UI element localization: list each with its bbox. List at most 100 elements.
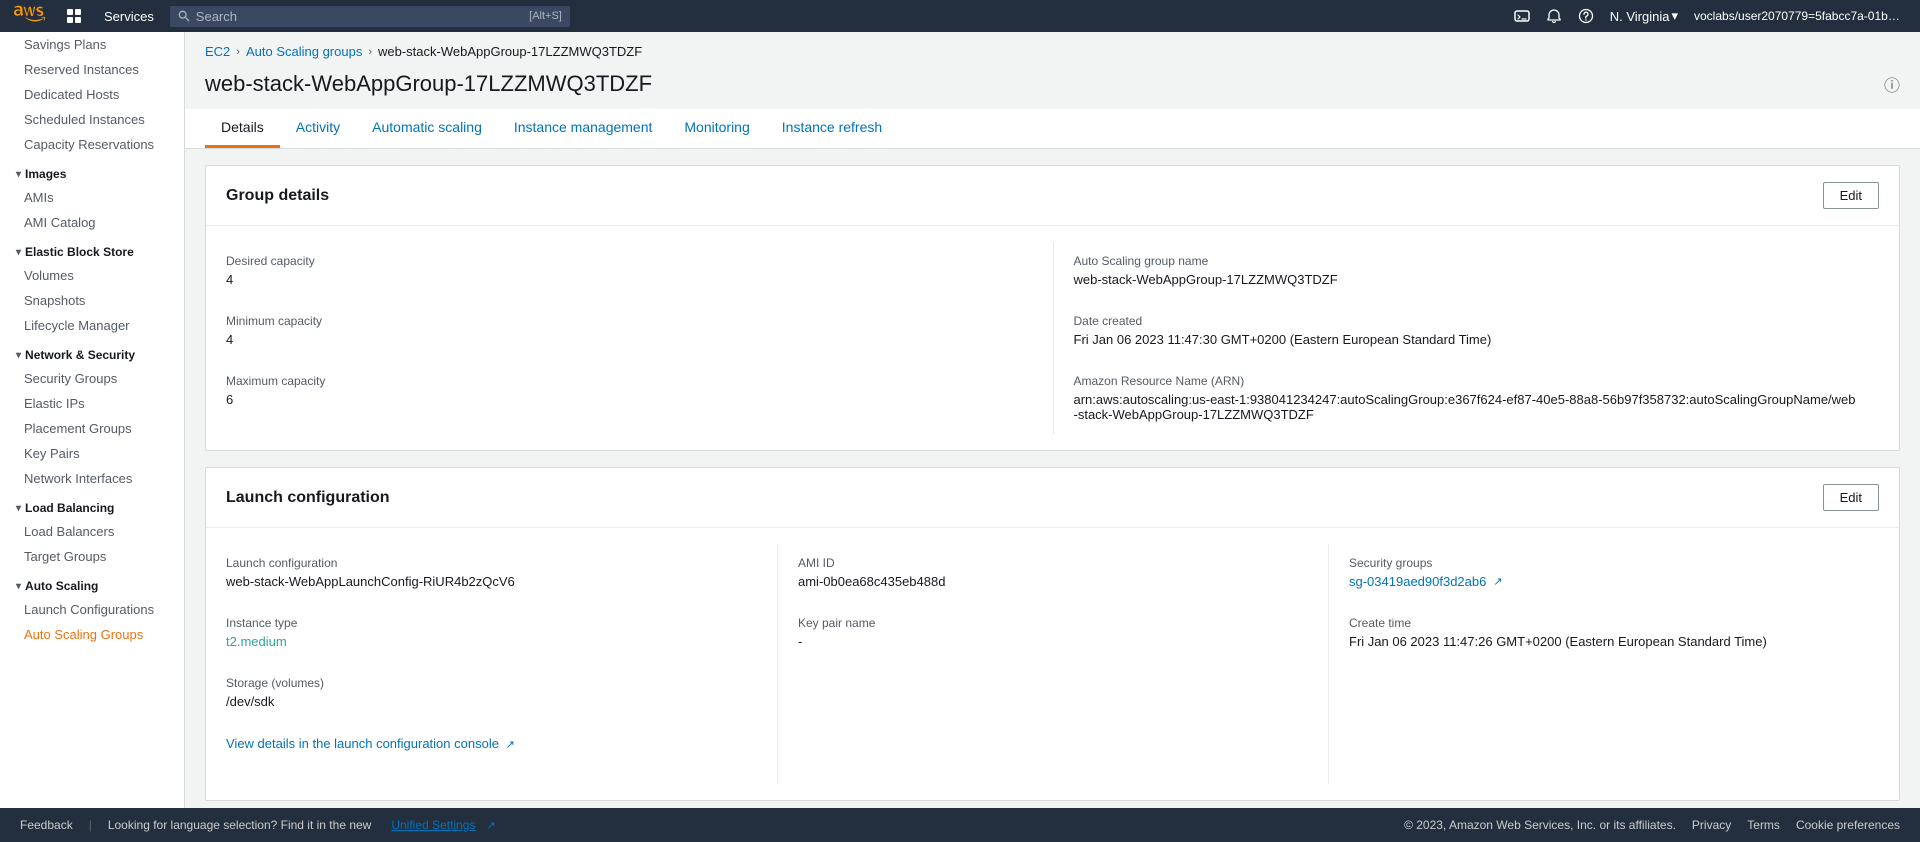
group-details-title: Group details — [226, 187, 329, 205]
region-arrow: ▾ — [1671, 8, 1678, 24]
sidebar-item-launch-configurations[interactable]: Launch Configurations — [0, 597, 184, 622]
asg-name-value: web-stack-WebAppGroup-17LZZMWQ3TDZF — [1074, 272, 1860, 287]
launch-config-col2: AMI ID ami-0b0ea68c435eb488d Key pair na… — [777, 544, 1328, 784]
page-title: web-stack-WebAppGroup-17LZZMWQ3TDZF — [205, 71, 652, 97]
privacy-link[interactable]: Privacy — [1692, 818, 1731, 832]
sidebar-item-capacity-reservations[interactable]: Capacity Reservations — [0, 132, 184, 157]
arn-label: Amazon Resource Name (ARN) — [1074, 374, 1860, 388]
date-created-value: Fri Jan 06 2023 11:47:30 GMT+0200 (Easte… — [1074, 332, 1860, 347]
launch-config-col3: Security groups sg-03419aed90f3d2ab6 ↗ C… — [1328, 544, 1879, 784]
cloud-shell-button[interactable] — [1508, 4, 1536, 28]
launch-config-card: Launch configuration Edit Launch configu… — [205, 467, 1900, 801]
grid-icon-button[interactable] — [60, 4, 88, 28]
asg-name-item: Auto Scaling group name web-stack-WebApp… — [1074, 242, 1880, 302]
sidebar-item-ami-catalog[interactable]: AMI Catalog — [0, 210, 184, 235]
storage-label: Storage (volumes) — [226, 676, 757, 690]
help-icon — [1578, 8, 1594, 24]
group-details-left: Desired capacity 4 Minimum capacity 4 Ma… — [226, 242, 1053, 434]
minimum-capacity-label: Minimum capacity — [226, 314, 1033, 328]
security-groups-item: Security groups sg-03419aed90f3d2ab6 ↗ — [1349, 544, 1879, 604]
tab-details[interactable]: Details — [205, 109, 280, 148]
group-details-right: Auto Scaling group name web-stack-WebApp… — [1053, 242, 1880, 434]
content-area: Group details Edit Desired capacity 4 Mi… — [185, 149, 1920, 833]
region-selector[interactable]: N. Virginia ▾ — [1604, 4, 1684, 28]
sidebar: Savings Plans Reserved Instances Dedicat… — [0, 32, 185, 842]
help-button[interactable] — [1572, 4, 1600, 28]
storage-item: Storage (volumes) /dev/sdk — [226, 664, 777, 724]
sidebar-section-images[interactable]: Images — [0, 157, 184, 185]
instance-type-value: t2.medium — [226, 634, 757, 649]
breadcrumb-sep-2: › — [368, 46, 372, 58]
sidebar-item-security-groups[interactable]: Security Groups — [0, 366, 184, 391]
sidebar-item-auto-scaling-groups[interactable]: Auto Scaling Groups — [0, 622, 184, 647]
sidebar-item-volumes[interactable]: Volumes — [0, 263, 184, 288]
aws-logo[interactable] — [12, 4, 52, 29]
security-groups-value[interactable]: sg-03419aed90f3d2ab6 — [1349, 574, 1486, 589]
breadcrumb: EC2 › Auto Scaling groups › web-stack-We… — [185, 32, 1920, 67]
sidebar-section-autoscaling[interactable]: Auto Scaling — [0, 569, 184, 597]
footer-right: © 2023, Amazon Web Services, Inc. or its… — [1404, 818, 1900, 832]
cookie-preferences-link[interactable]: Cookie preferences — [1796, 818, 1900, 832]
search-bar: [Alt+S] — [170, 6, 570, 27]
search-input[interactable] — [196, 9, 523, 24]
launch-config-body: Launch configuration web-stack-WebAppLau… — [206, 528, 1899, 800]
launch-config-col1: Launch configuration web-stack-WebAppLau… — [226, 544, 777, 784]
view-details-link[interactable]: View details in the launch configuration… — [226, 736, 499, 751]
group-details-header: Group details Edit — [206, 166, 1899, 226]
sidebar-item-dedicated-hosts[interactable]: Dedicated Hosts — [0, 82, 184, 107]
breadcrumb-current: web-stack-WebAppGroup-17LZZMWQ3TDZF — [378, 44, 642, 59]
maximum-capacity-value: 6 — [226, 392, 1033, 407]
desired-capacity-value: 4 — [226, 272, 1033, 287]
create-time-value: Fri Jan 06 2023 11:47:26 GMT+0200 (Easte… — [1349, 634, 1859, 649]
tab-instance-refresh[interactable]: Instance refresh — [766, 109, 898, 148]
sidebar-item-key-pairs[interactable]: Key Pairs — [0, 441, 184, 466]
sidebar-item-lifecycle-manager[interactable]: Lifecycle Manager — [0, 313, 184, 338]
sidebar-section-lb[interactable]: Load Balancing — [0, 491, 184, 519]
tab-instance-management[interactable]: Instance management — [498, 109, 669, 148]
unified-settings-icon: ↗ — [486, 819, 495, 832]
arn-value: arn:aws:autoscaling:us-east-1:9380412342… — [1074, 392, 1860, 422]
sidebar-item-amis[interactable]: AMIs — [0, 185, 184, 210]
sidebar-item-elastic-ips[interactable]: Elastic IPs — [0, 391, 184, 416]
terms-link[interactable]: Terms — [1747, 818, 1780, 832]
maximum-capacity-item: Maximum capacity 6 — [226, 362, 1053, 422]
top-navigation: Services [Alt+S] — [0, 0, 1920, 32]
unified-settings-link[interactable]: Unified Settings — [391, 818, 475, 832]
breadcrumb-asg[interactable]: Auto Scaling groups — [246, 44, 362, 59]
sidebar-item-scheduled-instances[interactable]: Scheduled Instances — [0, 107, 184, 132]
desired-capacity-item: Desired capacity 4 — [226, 242, 1053, 302]
tab-automatic-scaling[interactable]: Automatic scaling — [356, 109, 498, 148]
sidebar-section-ebs[interactable]: Elastic Block Store — [0, 235, 184, 263]
ami-id-value: ami-0b0ea68c435eb488d — [798, 574, 1308, 589]
tab-activity[interactable]: Activity — [280, 109, 356, 148]
arn-item: Amazon Resource Name (ARN) arn:aws:autos… — [1074, 362, 1880, 434]
sidebar-item-network-interfaces[interactable]: Network Interfaces — [0, 466, 184, 491]
view-details-item: View details in the launch configuration… — [226, 724, 777, 784]
sidebar-item-target-groups[interactable]: Target Groups — [0, 544, 184, 569]
group-details-edit-button[interactable]: Edit — [1823, 182, 1879, 209]
sidebar-item-snapshots[interactable]: Snapshots — [0, 288, 184, 313]
notifications-button[interactable] — [1540, 4, 1568, 28]
desired-capacity-label: Desired capacity — [226, 254, 1033, 268]
launch-config-edit-button[interactable]: Edit — [1823, 484, 1879, 511]
account-label[interactable]: voclabs/user2070779=5fabcc7a-01b0-11eb-9… — [1688, 5, 1908, 27]
sidebar-section-network[interactable]: Network & Security — [0, 338, 184, 366]
sidebar-item-load-balancers[interactable]: Load Balancers — [0, 519, 184, 544]
date-created-item: Date created Fri Jan 06 2023 11:47:30 GM… — [1074, 302, 1880, 362]
info-icon[interactable]: ⓘ — [1884, 72, 1900, 96]
main-content: EC2 › Auto Scaling groups › web-stack-We… — [185, 32, 1920, 842]
footer-left: Feedback | Looking for language selectio… — [20, 818, 496, 832]
sidebar-item-reserved-instances[interactable]: Reserved Instances — [0, 57, 184, 82]
breadcrumb-sep-1: › — [236, 46, 240, 58]
services-button[interactable]: Services — [96, 5, 162, 28]
tab-monitoring[interactable]: Monitoring — [668, 109, 765, 148]
date-created-label: Date created — [1074, 314, 1860, 328]
sidebar-item-savings-plans[interactable]: Savings Plans — [0, 32, 184, 57]
key-pair-label: Key pair name — [798, 616, 1308, 630]
group-details-card: Group details Edit Desired capacity 4 Mi… — [205, 165, 1900, 451]
sidebar-item-placement-groups[interactable]: Placement Groups — [0, 416, 184, 441]
breadcrumb-ec2[interactable]: EC2 — [205, 44, 230, 59]
security-group-external-link-icon: ↗ — [1493, 575, 1502, 588]
feedback-label[interactable]: Feedback — [20, 818, 73, 832]
minimum-capacity-value: 4 — [226, 332, 1033, 347]
